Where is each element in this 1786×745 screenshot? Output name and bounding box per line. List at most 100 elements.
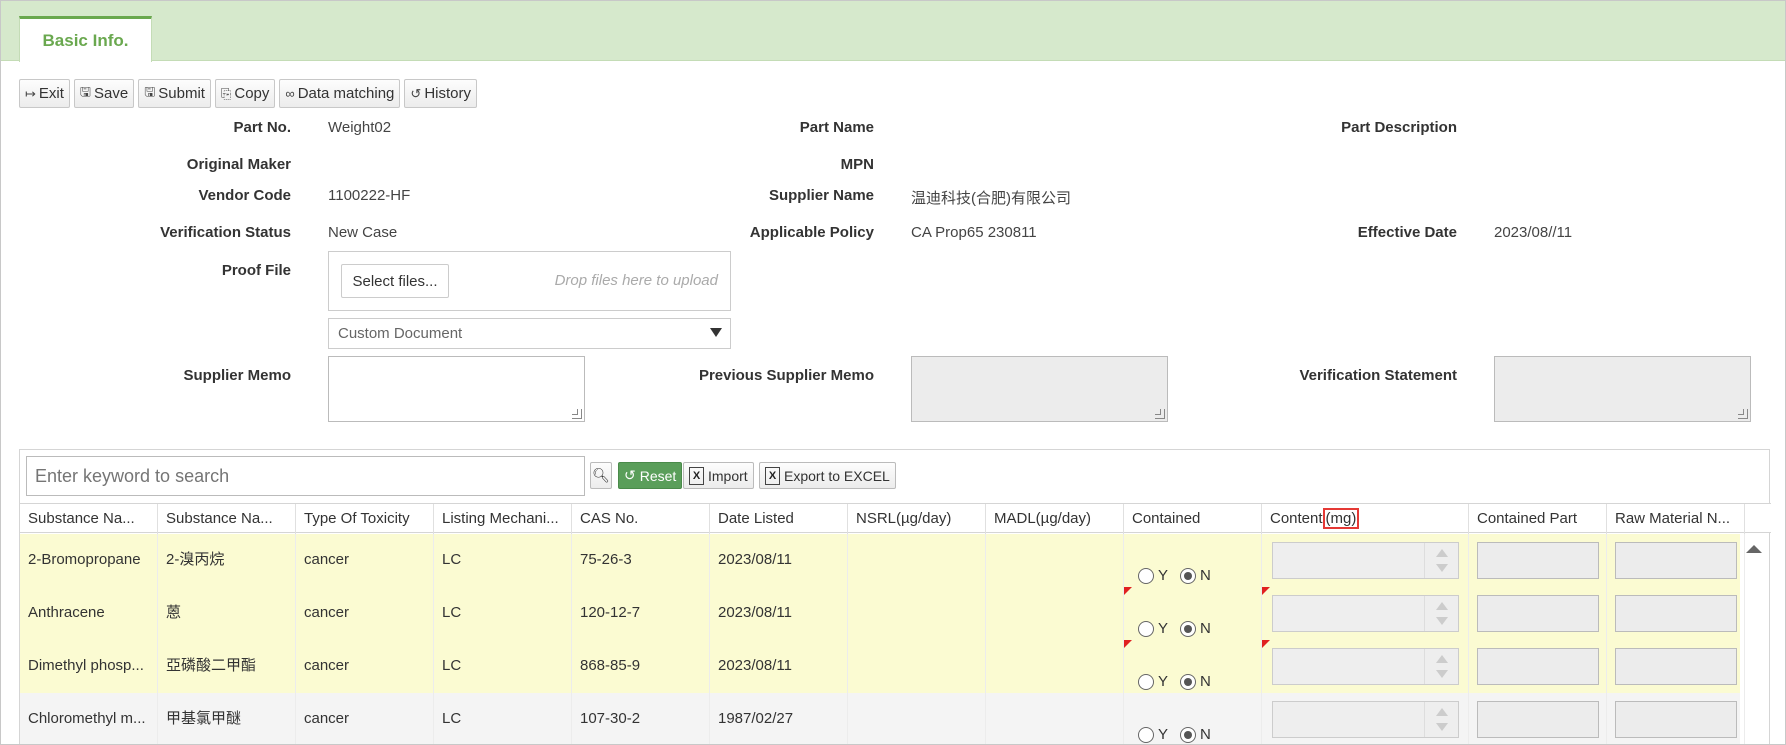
radio-circle[interactable] — [1138, 726, 1154, 743]
table-row[interactable]: Chloromethyl m... 甲基氯甲醚 cancer LC 107-30… — [20, 693, 1745, 744]
spin-up-icon[interactable] — [1436, 708, 1448, 716]
content-numeric-input[interactable] — [1272, 542, 1459, 579]
contained-y-radio[interactable]: Y — [1138, 550, 1168, 587]
part-name-label: Part Name — [799, 119, 874, 136]
spinner-arrows[interactable] — [1424, 702, 1458, 737]
data-matching-button[interactable]: ∞ Data matching — [279, 79, 401, 108]
contained-n-radio[interactable]: N — [1180, 603, 1211, 640]
exit-label: Exit — [38, 85, 64, 102]
history-button[interactable]: ↺ History — [404, 79, 477, 108]
raw-material-input[interactable] — [1615, 701, 1737, 738]
file-upload-dropzone[interactable]: Select files... Drop files here to uploa… — [328, 251, 731, 311]
contained-n-radio[interactable]: N — [1180, 709, 1211, 744]
resize-grip-icon[interactable] — [572, 409, 582, 419]
document-type-select[interactable]: Custom Document — [328, 318, 731, 349]
spinner-arrows[interactable] — [1424, 649, 1458, 684]
contained-y-radio[interactable]: Y — [1138, 709, 1168, 744]
contained-y-radio[interactable]: Y — [1138, 603, 1168, 640]
save-icon: 🖫 — [79, 83, 91, 99]
grid-search-input[interactable] — [26, 456, 585, 496]
cell-contained: Y N — [1124, 640, 1262, 693]
search-button[interactable]: 🔍︎ — [590, 462, 612, 489]
col-contained-part[interactable]: Contained Part — [1469, 504, 1607, 534]
cell-contained: Y N — [1124, 587, 1262, 640]
col-nsrl[interactable]: NSRL(µg/day) — [848, 504, 986, 534]
save-label: Save — [94, 85, 129, 102]
copy-button[interactable]: ⎘ Copy — [214, 79, 276, 108]
supplier-memo-textarea[interactable] — [328, 356, 585, 422]
radio-circle-checked[interactable] — [1180, 673, 1196, 690]
contained-part-input[interactable] — [1477, 595, 1599, 632]
submit-label: Submit — [158, 85, 205, 102]
spin-down-icon[interactable] — [1436, 617, 1448, 625]
contained-n-radio[interactable]: N — [1180, 550, 1211, 587]
radio-circle[interactable] — [1138, 673, 1154, 690]
radio-circle-checked[interactable] — [1180, 567, 1196, 584]
verification-status-value: New Case — [328, 224, 398, 241]
col-contained[interactable]: Contained — [1124, 504, 1262, 534]
import-button[interactable]: X Import — [683, 462, 754, 489]
radio-n-label: N — [1200, 673, 1211, 690]
contained-n-radio[interactable]: N — [1180, 656, 1211, 693]
submit-button[interactable]: 🖫 Submit — [138, 79, 211, 108]
table-row[interactable]: Dimethyl phosp... 亞磷酸二甲酯 cancer LC 868-8… — [20, 640, 1745, 693]
contained-part-input[interactable] — [1477, 648, 1599, 685]
contained-part-input[interactable] — [1477, 542, 1599, 579]
content-numeric-input[interactable] — [1272, 648, 1459, 685]
spin-down-icon[interactable] — [1436, 670, 1448, 678]
col-content-mg[interactable]: Content (mg) — [1262, 504, 1469, 534]
tab-basic-info[interactable]: Basic Info. — [19, 16, 152, 62]
import-label: Import — [708, 467, 748, 484]
supplier-name-value: 温迪科技(合肥)有限公司 — [911, 190, 1071, 207]
reset-button[interactable]: ↺ Reset — [618, 462, 683, 489]
substance-grid: 🔍︎ ↺Reset XImport XExport to EXCEL Subst… — [19, 449, 1771, 744]
table-row[interactable]: 2-Bromopropane 2-溴丙烷 cancer LC 75-26-3 2… — [20, 534, 1745, 587]
cell-cas: 75-26-3 — [572, 534, 710, 587]
col-raw-material[interactable]: Raw Material N... — [1607, 504, 1745, 534]
search-icon: 🔍︎ — [592, 467, 610, 483]
exit-button[interactable]: ↦ Exit — [19, 79, 70, 108]
spin-up-icon[interactable] — [1436, 549, 1448, 557]
scroll-up-arrow-icon[interactable] — [1746, 545, 1762, 553]
col-substance-name-zh[interactable]: Substance Na... — [158, 504, 296, 534]
spin-up-icon[interactable] — [1436, 655, 1448, 663]
radio-circle[interactable] — [1138, 620, 1154, 637]
col-date-listed[interactable]: Date Listed — [710, 504, 848, 534]
col-madl[interactable]: MADL(µg/day) — [986, 504, 1124, 534]
spinner-arrows[interactable] — [1424, 596, 1458, 631]
cell-nsrl — [848, 640, 986, 693]
cell-madl — [986, 693, 1124, 744]
contained-part-input[interactable] — [1477, 701, 1599, 738]
cell-substance-name-en: Dimethyl phosp... — [20, 640, 158, 693]
proof-file-label: Proof File — [221, 262, 291, 279]
spinner-arrows[interactable] — [1424, 543, 1458, 578]
caret-down-icon — [710, 328, 722, 337]
radio-circle-checked[interactable] — [1180, 620, 1196, 637]
radio-n-label: N — [1200, 567, 1211, 584]
cell-mechanism: LC — [434, 534, 572, 587]
col-substance-name-en[interactable]: Substance Na... — [20, 504, 158, 534]
contained-y-radio[interactable]: Y — [1138, 656, 1168, 693]
select-files-button[interactable]: Select files... — [341, 264, 449, 298]
cell-substance-name-zh: 甲基氯甲醚 — [158, 693, 296, 744]
save-button[interactable]: 🖫 Save — [73, 79, 135, 108]
spin-down-icon[interactable] — [1436, 564, 1448, 572]
table-row[interactable]: Anthracene 蒽 cancer LC 120-12-7 2023/08/… — [20, 587, 1745, 640]
content-numeric-input[interactable] — [1272, 595, 1459, 632]
spin-up-icon[interactable] — [1436, 602, 1448, 610]
radio-circle-checked[interactable] — [1180, 726, 1196, 743]
cell-raw-material — [1607, 693, 1745, 744]
cell-toxicity: cancer — [296, 693, 434, 744]
content-numeric-input[interactable] — [1272, 701, 1459, 738]
vendor-code-value: 1100222-HF — [328, 187, 411, 204]
col-listing-mechanism[interactable]: Listing Mechani... — [434, 504, 572, 534]
radio-circle[interactable] — [1138, 567, 1154, 584]
col-cas-no[interactable]: CAS No. — [572, 504, 710, 534]
export-excel-button[interactable]: X Export to EXCEL — [759, 462, 896, 489]
raw-material-input[interactable] — [1615, 595, 1737, 632]
raw-material-input[interactable] — [1615, 648, 1737, 685]
col-type-of-toxicity[interactable]: Type Of Toxicity — [296, 504, 434, 534]
raw-material-input[interactable] — [1615, 542, 1737, 579]
excel-icon: X — [689, 466, 704, 485]
spin-down-icon[interactable] — [1436, 723, 1448, 731]
